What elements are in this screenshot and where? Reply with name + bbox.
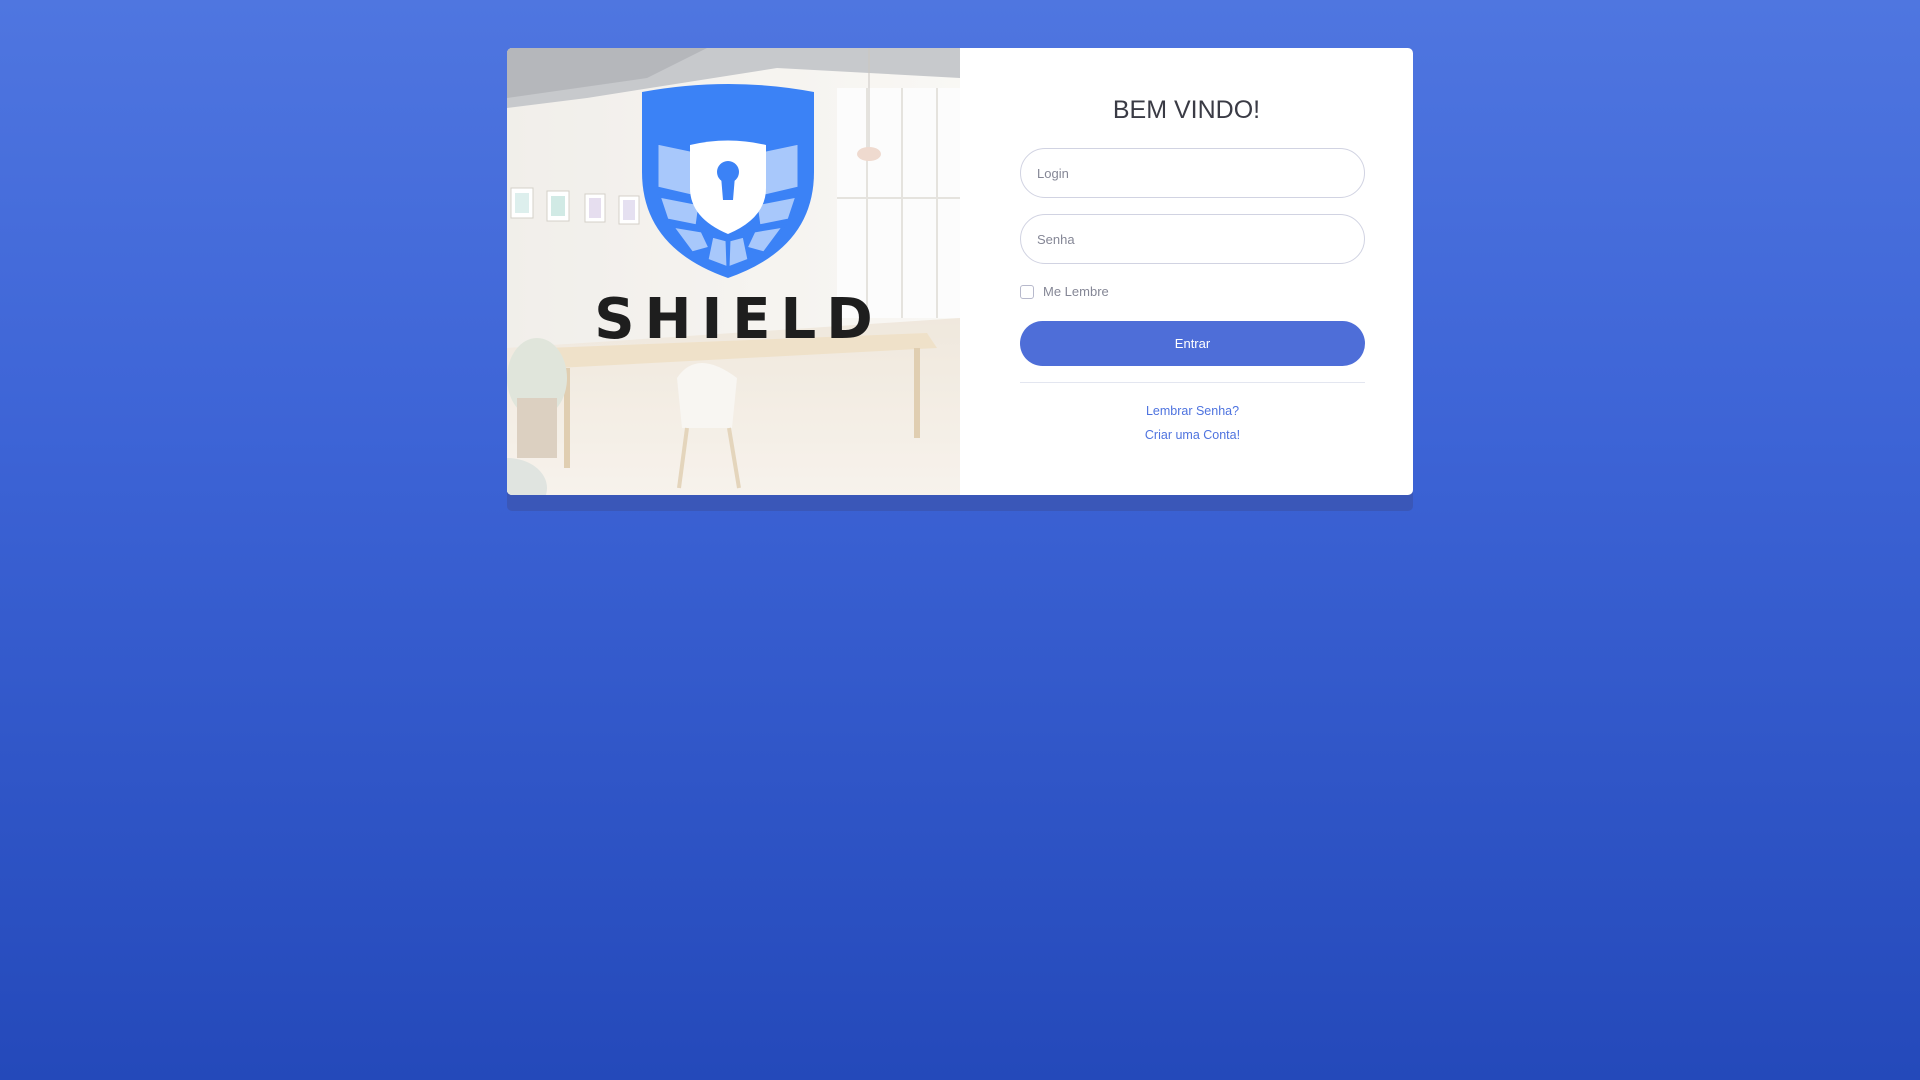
login-card: SHIELD BEM VINDO! Me Lembre Entrar Lembr… <box>507 48 1413 495</box>
remember-me-label: Me Lembre <box>1043 284 1109 299</box>
password-input[interactable] <box>1020 214 1365 264</box>
welcome-title: BEM VINDO! <box>1112 96 1261 124</box>
login-card-wrapper: SHIELD BEM VINDO! Me Lembre Entrar Lembr… <box>507 48 1413 511</box>
forgot-password-link[interactable]: Lembrar Senha? <box>1020 404 1365 418</box>
checkbox-icon[interactable] <box>1020 284 1034 299</box>
divider <box>1020 382 1365 383</box>
brand-name: SHIELD <box>594 287 883 352</box>
remember-me-row[interactable]: Me Lembre <box>1020 284 1109 299</box>
login-form-panel: BEM VINDO! Me Lembre Entrar Lembrar Senh… <box>960 48 1413 495</box>
brand-image-panel: SHIELD <box>507 48 960 495</box>
login-button[interactable]: Entrar <box>1020 321 1365 366</box>
create-account-link[interactable]: Criar uma Conta! <box>1020 428 1365 442</box>
login-input[interactable] <box>1020 148 1365 198</box>
shield-keyhole-icon <box>642 84 814 278</box>
